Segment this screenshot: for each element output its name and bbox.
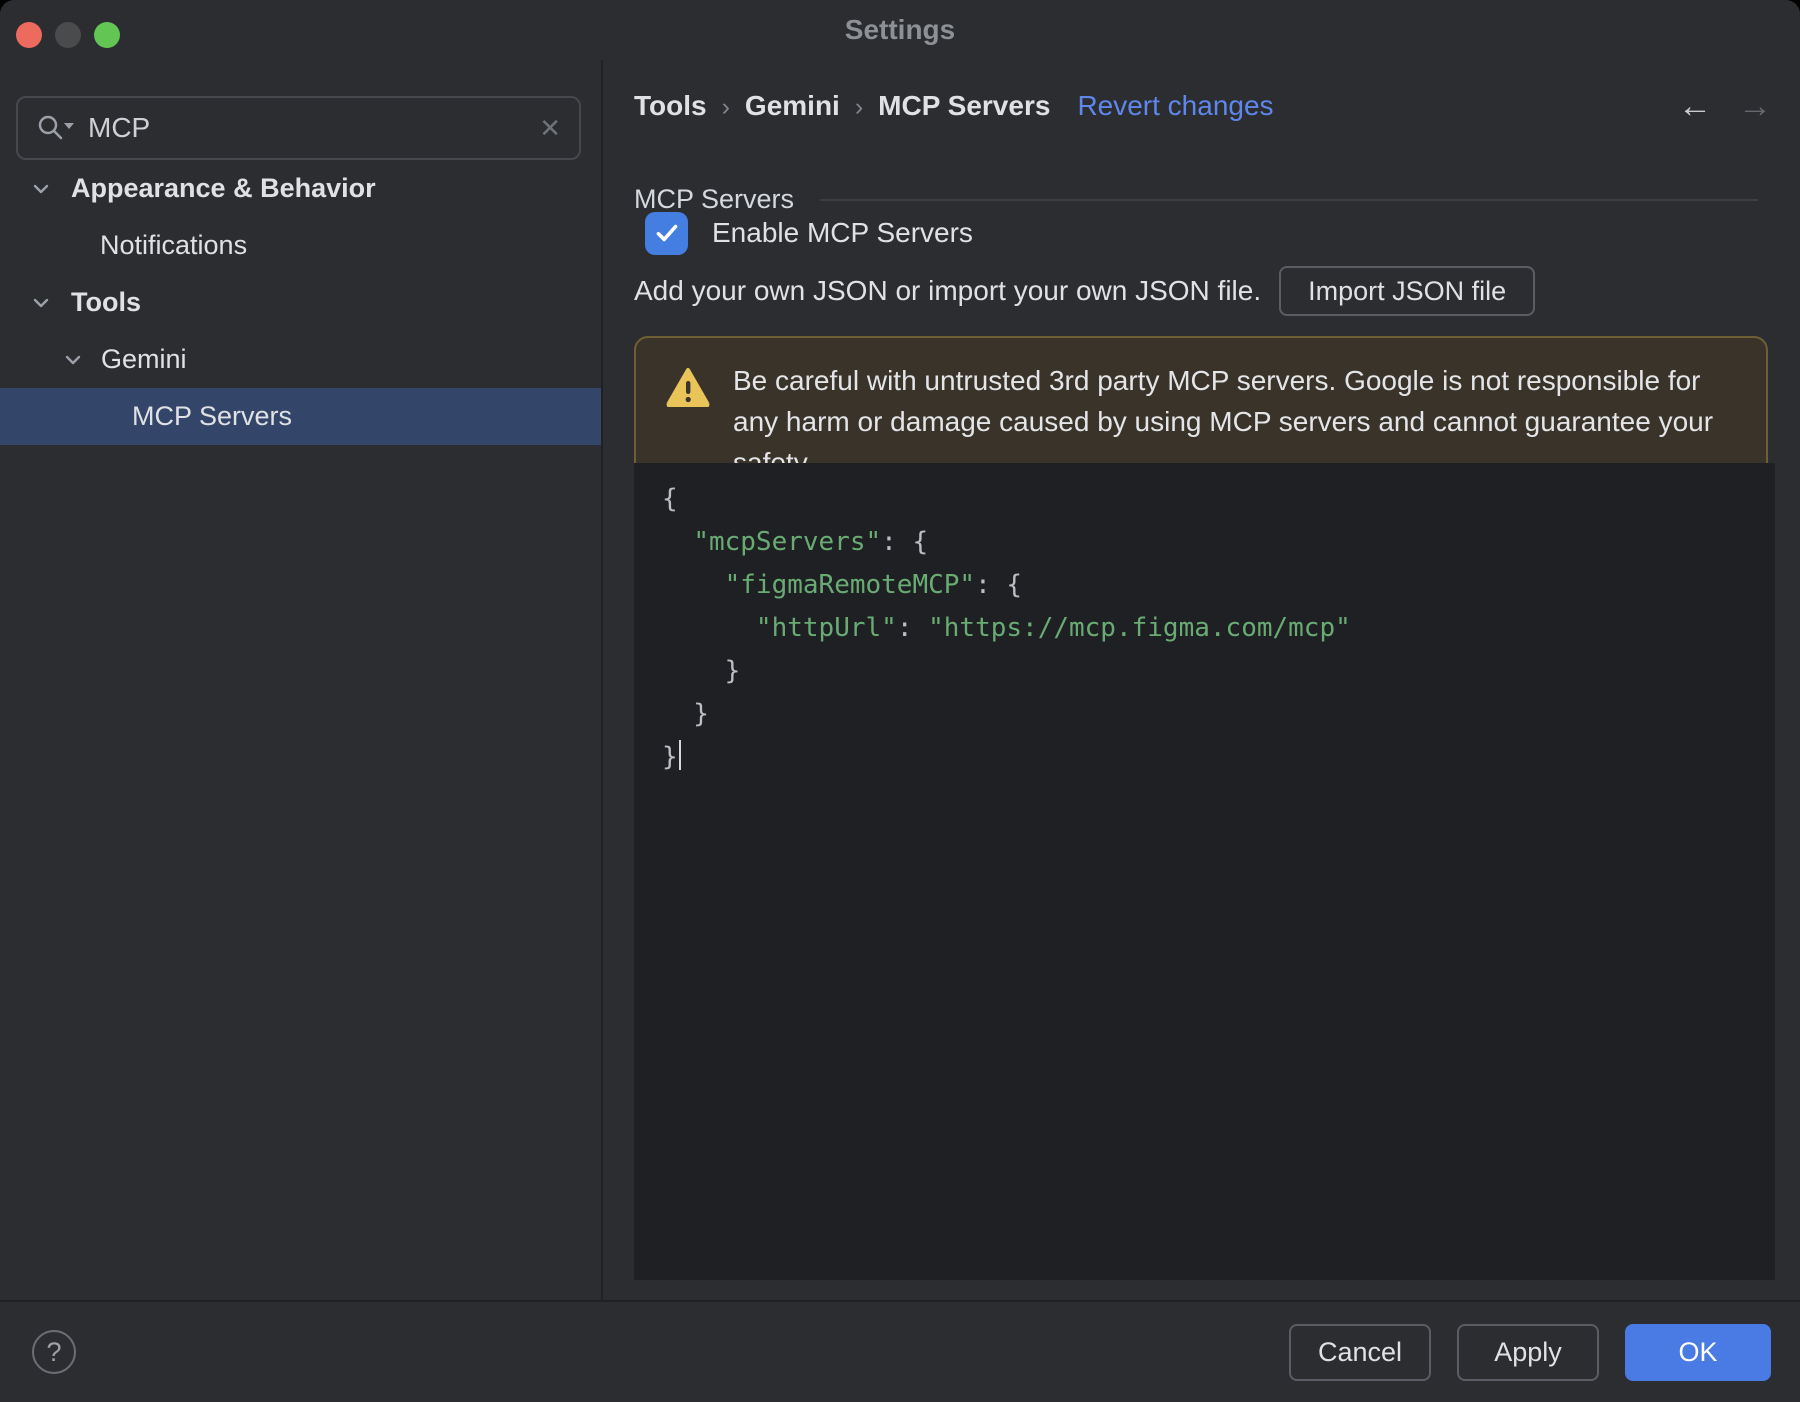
dialog-actions: Cancel Apply OK: [1289, 1324, 1771, 1381]
warning-triangle-icon: [666, 367, 710, 407]
import-json-file-button[interactable]: Import JSON file: [1279, 266, 1536, 316]
search-input[interactable]: MCP ✕: [16, 96, 581, 160]
forward-arrow-icon: →: [1738, 87, 1772, 125]
breadcrumb-separator: ›: [854, 92, 864, 121]
sidebar-item-label: Tools: [71, 287, 141, 317]
apply-button[interactable]: Apply: [1457, 1324, 1599, 1381]
back-arrow-icon[interactable]: ←: [1678, 86, 1712, 126]
settings-window: Settings MCP ✕ Appearance & Behavior Not…: [0, 0, 1800, 1402]
mcp-json-editor[interactable]: { "mcpServers": { "figmaRemoteMCP": { "h…: [634, 463, 1775, 1280]
search-query-text[interactable]: MCP: [88, 112, 539, 144]
breadcrumb-item-tools[interactable]: Tools: [634, 90, 707, 122]
history-navigation: ← →: [1678, 86, 1772, 126]
help-icon[interactable]: ?: [32, 1330, 76, 1374]
code-line: }: [662, 736, 1775, 779]
revert-changes-link[interactable]: Revert changes: [1077, 90, 1273, 122]
settings-content: Tools › Gemini › MCP Servers Revert chan…: [605, 60, 1800, 1300]
code-line: "mcpServers": {: [693, 527, 929, 557]
breadcrumb-separator: ›: [721, 92, 730, 121]
clear-search-icon[interactable]: ✕: [539, 113, 561, 144]
chevron-down-icon[interactable]: [30, 178, 52, 200]
import-json-row: Add your own JSON or import your own JSO…: [634, 266, 1536, 316]
sidebar-item-notifications[interactable]: Notifications: [0, 217, 601, 274]
sidebar-item-mcp-servers[interactable]: MCP Servers: [0, 388, 601, 445]
dialog-footer: ? Cancel Apply OK: [0, 1300, 1800, 1402]
enable-mcp-servers-checkbox[interactable]: [645, 211, 688, 255]
chevron-down-icon[interactable]: [30, 292, 52, 314]
checkbox-label[interactable]: Enable MCP Servers: [712, 217, 973, 249]
code-line: }: [662, 656, 741, 686]
sidebar-item-gemini[interactable]: Gemini: [0, 331, 601, 388]
chevron-down-icon[interactable]: [62, 349, 84, 371]
sidebar-item-label: Appearance & Behavior: [71, 173, 376, 203]
settings-sidebar: MCP ✕ Appearance & Behavior Notification…: [0, 60, 603, 1300]
import-hint-text: Add your own JSON or import your own JSO…: [634, 275, 1262, 306]
cancel-button[interactable]: Cancel: [1289, 1324, 1431, 1381]
code-line: "figmaRemoteMCP": {: [724, 570, 1023, 600]
sidebar-item-appearance-behavior[interactable]: Appearance & Behavior: [0, 160, 601, 217]
code-line: }: [662, 699, 709, 729]
sidebar-item-tools[interactable]: Tools: [0, 274, 601, 331]
sidebar-item-label: Notifications: [100, 230, 248, 260]
code-line: "httpUrl": "https://mcp.figma.com/mcp": [755, 613, 1351, 643]
sidebar-item-label: Gemini: [101, 344, 187, 374]
breadcrumb-item-gemini[interactable]: Gemini: [745, 90, 840, 122]
section-divider: [820, 198, 1758, 201]
titlebar: Settings: [0, 0, 1800, 60]
window-title: Settings: [844, 14, 956, 45]
ok-button[interactable]: OK: [1625, 1324, 1771, 1381]
breadcrumb-item-mcp-servers: MCP Servers: [878, 90, 1051, 121]
settings-tree: Appearance & Behavior Notifications Tool…: [0, 160, 601, 445]
sidebar-item-label: MCP Servers: [132, 401, 293, 431]
text-caret: [678, 740, 681, 770]
search-icon[interactable]: [34, 111, 76, 145]
breadcrumb: Tools › Gemini › MCP Servers Revert chan…: [634, 84, 1274, 128]
checkmark-icon: [656, 224, 677, 242]
code-line: {: [662, 484, 678, 514]
enable-mcp-servers-setting: Enable MCP Servers: [645, 211, 973, 255]
